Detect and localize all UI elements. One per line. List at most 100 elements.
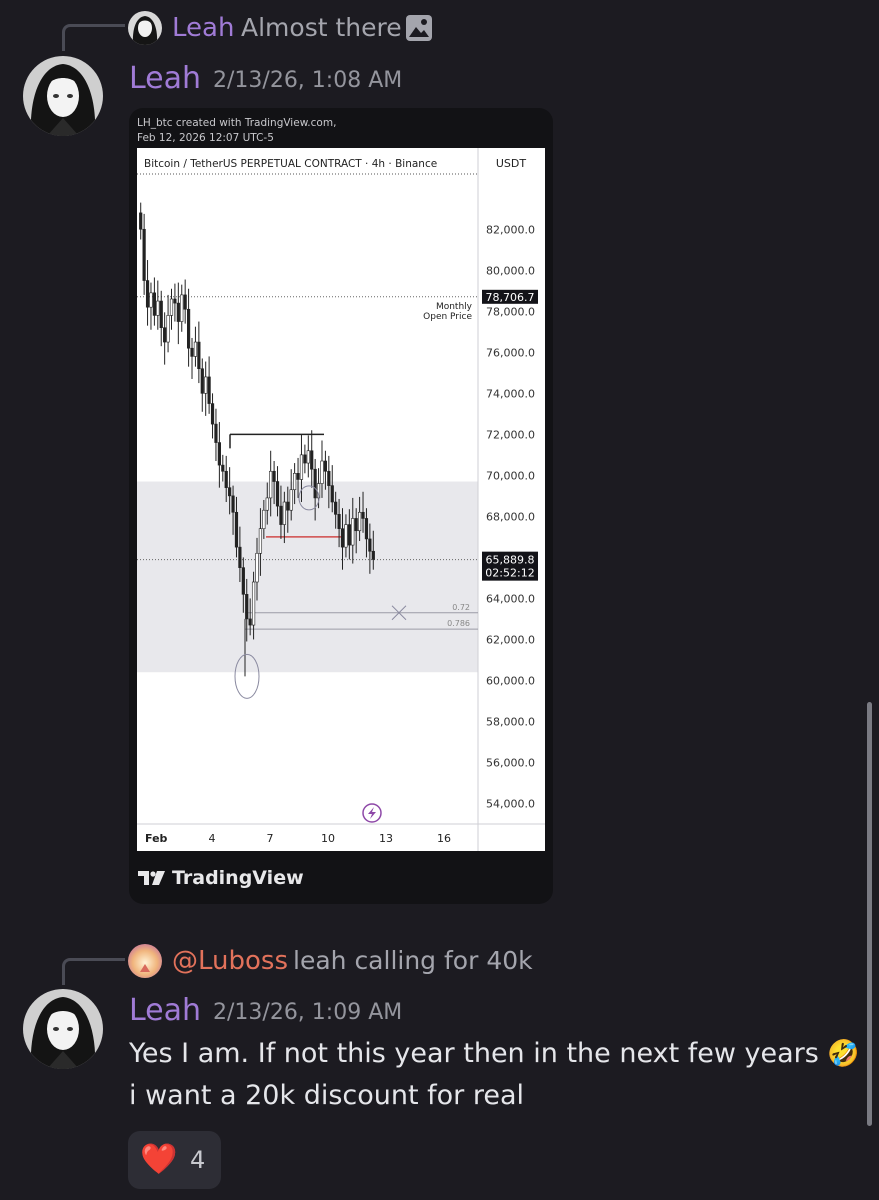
message-text-line1: Yes I am. If not this year then in the n… bbox=[129, 1033, 860, 1075]
y-tick-label: 56,000.0 bbox=[486, 756, 535, 769]
reply-avatar[interactable] bbox=[128, 11, 162, 45]
candle-body bbox=[303, 454, 307, 464]
tradingview-logo-icon bbox=[137, 869, 167, 887]
y-tick-label: 78,000.0 bbox=[486, 305, 535, 318]
candle-body bbox=[358, 511, 362, 532]
candle-body bbox=[320, 460, 324, 484]
y-tick-label: 74,000.0 bbox=[486, 387, 535, 400]
fib-label: 0.786 bbox=[447, 619, 470, 628]
candle-body bbox=[255, 552, 259, 583]
candle-body bbox=[364, 518, 369, 540]
candle-body bbox=[210, 403, 215, 425]
x-tick-label: 4 bbox=[209, 832, 216, 845]
candle-body bbox=[139, 212, 143, 230]
y-tick-label: 76,000.0 bbox=[486, 346, 535, 359]
x-tick-label: 10 bbox=[321, 832, 335, 845]
candle-body bbox=[159, 300, 163, 329]
candle-body bbox=[282, 501, 286, 525]
candle-body bbox=[238, 546, 242, 568]
chart-image-attachment[interactable]: LH_btc created with TradingView.com, Feb… bbox=[129, 108, 553, 904]
candle-body bbox=[217, 442, 221, 466]
candle-body bbox=[351, 518, 355, 546]
candle-body bbox=[289, 489, 293, 511]
message-author[interactable]: Leah bbox=[129, 60, 201, 98]
author-avatar[interactable] bbox=[23, 989, 103, 1069]
candle-body bbox=[269, 470, 273, 499]
candle-body bbox=[183, 294, 187, 310]
candlestick-chart: Bitcoin / TetherUS PERPETUAL CONTRACT · … bbox=[137, 148, 545, 851]
candle-body bbox=[145, 280, 150, 308]
x-tick-label: 13 bbox=[379, 832, 393, 845]
candle-body bbox=[279, 505, 283, 525]
y-tick-label: 68,000.0 bbox=[486, 510, 535, 523]
candle-body bbox=[354, 518, 358, 532]
candle-body bbox=[207, 376, 211, 404]
reaction-count: 4 bbox=[190, 1146, 206, 1174]
rofl-emoji: 🤣 bbox=[827, 1039, 860, 1069]
reply-message-text[interactable]: leah calling for 40k bbox=[293, 944, 533, 978]
candle-body bbox=[361, 511, 365, 519]
candle-body bbox=[180, 294, 184, 322]
candle-body bbox=[275, 481, 280, 507]
candle-body bbox=[299, 454, 304, 480]
candle-body bbox=[214, 423, 218, 443]
y-tick-label: 60,000.0 bbox=[486, 674, 535, 687]
reply-mention[interactable]: @Luboss bbox=[172, 944, 288, 978]
message-text-line2: i want a 20k discount for real bbox=[129, 1080, 525, 1111]
reply-author[interactable]: Leah bbox=[172, 11, 234, 45]
candle-body bbox=[149, 292, 153, 308]
y-tick-label: 54,000.0 bbox=[486, 797, 535, 810]
tradingview-watermark: TradingView bbox=[172, 867, 304, 889]
candle-body bbox=[306, 450, 310, 464]
candle-body bbox=[152, 292, 156, 316]
reply-avatar-luboss[interactable] bbox=[128, 944, 162, 978]
x-tick-label: 16 bbox=[437, 832, 451, 845]
reaction-heart[interactable]: ❤️ 4 bbox=[128, 1131, 221, 1189]
fib-label: 0.72 bbox=[452, 603, 470, 612]
candle-body bbox=[286, 501, 290, 511]
reply-connector bbox=[62, 958, 125, 985]
y-tick-label: 64,000.0 bbox=[486, 592, 535, 605]
author-avatar[interactable] bbox=[23, 56, 103, 136]
candle-body bbox=[258, 528, 263, 554]
candle-body bbox=[204, 376, 208, 394]
chart-credit-line1: LH_btc created with TradingView.com, bbox=[137, 117, 337, 129]
candle-body bbox=[234, 511, 239, 548]
message-author[interactable]: Leah bbox=[129, 992, 201, 1030]
candle-body bbox=[272, 470, 276, 482]
candle-body bbox=[347, 524, 351, 546]
message-timestamp: 2/13/26, 1:08 AM bbox=[213, 68, 403, 93]
message-timestamp: 2/13/26, 1:09 AM bbox=[213, 1000, 403, 1025]
currency-label: USDT bbox=[496, 157, 527, 170]
monthly-open-label: Open Price bbox=[423, 312, 472, 322]
candle-body bbox=[228, 487, 232, 497]
candle-body bbox=[197, 341, 201, 370]
candle-body bbox=[296, 473, 300, 480]
candle-body bbox=[327, 470, 331, 486]
y-tick-label: 62,000.0 bbox=[486, 633, 535, 646]
candle-body bbox=[337, 514, 341, 529]
candle-body bbox=[251, 581, 256, 626]
candle-body bbox=[248, 618, 252, 626]
candle-body bbox=[262, 509, 266, 529]
scrollbar-thumb[interactable] bbox=[867, 702, 872, 1126]
x-tick-label: 7 bbox=[267, 832, 274, 845]
candle-body bbox=[265, 497, 269, 511]
candle-body bbox=[200, 368, 204, 394]
monthly-open-price: 78,706.7 bbox=[486, 291, 535, 304]
chart-title: Bitcoin / TetherUS PERPETUAL CONTRACT · … bbox=[144, 158, 437, 170]
monthly-open-label: Monthly bbox=[436, 302, 473, 312]
y-tick-label: 58,000.0 bbox=[486, 715, 535, 728]
reply-message-text[interactable]: Almost there bbox=[241, 11, 402, 45]
candle-body bbox=[371, 550, 375, 560]
candle-body bbox=[334, 501, 338, 515]
countdown: 02:52:12 bbox=[485, 567, 534, 580]
candle-body bbox=[368, 538, 372, 552]
candle-body bbox=[241, 567, 245, 595]
candle-body bbox=[193, 341, 198, 357]
candle-body bbox=[293, 473, 297, 491]
reply-connector bbox=[62, 24, 125, 51]
chart-panel: Bitcoin / TetherUS PERPETUAL CONTRACT · … bbox=[137, 148, 545, 851]
candle-body bbox=[163, 327, 167, 343]
candle-body bbox=[344, 524, 348, 548]
